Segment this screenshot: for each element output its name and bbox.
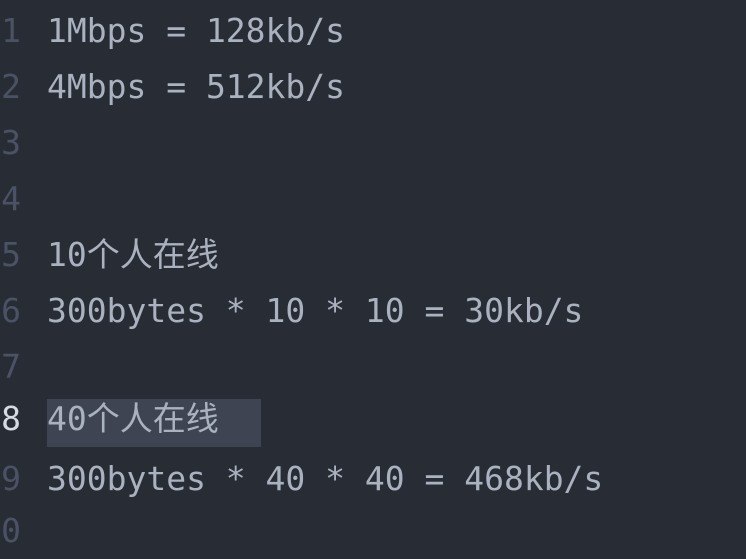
line-number: 1 bbox=[1, 11, 21, 50]
editor-line[interactable]: 1 1Mbps = 128kb/s bbox=[0, 3, 746, 59]
editor-line-current[interactable]: 8 40个人在线 bbox=[0, 391, 746, 447]
line-text[interactable]: 1Mbps = 128kb/s bbox=[47, 3, 345, 59]
line-number: 0 bbox=[1, 511, 21, 550]
editor-line[interactable]: 0 bbox=[0, 503, 746, 559]
line-number: 2 bbox=[1, 67, 21, 106]
line-text[interactable]: 4Mbps = 512kb/s bbox=[47, 59, 345, 115]
line-number: 9 bbox=[1, 459, 21, 498]
line-number: 7 bbox=[1, 347, 21, 386]
editor-line[interactable]: 7 bbox=[0, 339, 746, 395]
editor-line[interactable]: 4 bbox=[0, 171, 746, 227]
editor-line[interactable]: 3 bbox=[0, 115, 746, 171]
line-number: 3 bbox=[1, 123, 21, 162]
code-editor[interactable]: 1 1Mbps = 128kb/s 2 4Mbps = 512kb/s 3 4 … bbox=[0, 0, 746, 559]
line-number: 5 bbox=[1, 235, 21, 274]
editor-line[interactable]: 9 300bytes * 40 * 40 = 468kb/s bbox=[0, 451, 746, 507]
line-text[interactable]: 40个人在线 bbox=[47, 391, 219, 447]
line-text[interactable]: 300bytes * 10 * 10 = 30kb/s bbox=[47, 283, 583, 339]
line-number: 6 bbox=[1, 291, 21, 330]
line-number-current: 8 bbox=[1, 399, 21, 438]
editor-line[interactable]: 2 4Mbps = 512kb/s bbox=[0, 59, 746, 115]
editor-line[interactable]: 5 10个人在线 bbox=[0, 227, 746, 283]
line-text[interactable]: 10个人在线 bbox=[47, 227, 219, 283]
line-number: 4 bbox=[1, 179, 21, 218]
editor-line[interactable]: 6 300bytes * 10 * 10 = 30kb/s bbox=[0, 283, 746, 339]
line-text[interactable]: 300bytes * 40 * 40 = 468kb/s bbox=[47, 451, 603, 507]
